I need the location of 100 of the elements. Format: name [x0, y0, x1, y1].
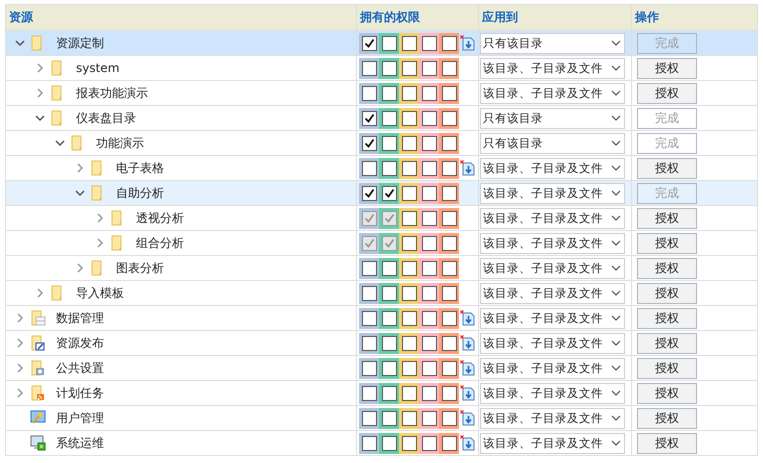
permission-checkbox[interactable] [382, 386, 396, 400]
file-download-icon[interactable] [460, 160, 475, 176]
permission-checkbox[interactable] [422, 36, 436, 50]
permission-checkbox[interactable] [402, 336, 416, 350]
permission-checkbox[interactable] [442, 136, 456, 150]
permission-checkbox[interactable] [442, 160, 456, 176]
resource-name[interactable]: 组合分析 [136, 234, 184, 252]
permission-checkbox[interactable] [422, 286, 436, 300]
apply-to-dropdown[interactable]: 只有该目录 [480, 32, 625, 54]
grant-button[interactable]: 授权 [637, 258, 697, 278]
permission-checkbox[interactable] [402, 186, 416, 200]
permission-checkbox[interactable] [402, 60, 416, 76]
resource-name[interactable]: 透视分析 [136, 210, 184, 226]
permission-checkbox[interactable] [362, 60, 376, 76]
permission-checkbox[interactable] [402, 110, 416, 126]
permission-checkbox[interactable] [382, 60, 396, 76]
grant-button[interactable]: 授权 [637, 332, 697, 354]
permission-checkbox[interactable] [442, 36, 456, 50]
permission-checkbox[interactable] [422, 86, 436, 100]
permission-checkbox[interactable] [362, 136, 376, 150]
permission-checkbox[interactable] [442, 360, 456, 376]
permission-checkbox[interactable] [362, 336, 376, 350]
permission-checkbox[interactable] [382, 336, 396, 350]
permission-checkbox[interactable] [442, 186, 456, 200]
permission-checkbox[interactable] [422, 186, 436, 200]
permission-checkbox[interactable] [402, 210, 416, 226]
permission-checkbox[interactable] [382, 160, 396, 176]
permission-checkbox[interactable] [422, 260, 436, 276]
permission-checkbox[interactable] [402, 86, 416, 100]
permission-checkbox[interactable] [382, 286, 396, 300]
apply-to-dropdown[interactable]: 该目录、子目录及文件 [480, 308, 625, 328]
permission-checkbox[interactable] [402, 236, 416, 250]
grant-button[interactable]: 授权 [637, 408, 697, 428]
grant-button[interactable]: 授权 [637, 82, 697, 104]
permission-checkbox[interactable] [362, 410, 376, 426]
permission-checkbox[interactable] [422, 410, 436, 426]
permission-checkbox[interactable] [402, 310, 416, 326]
permission-checkbox[interactable] [362, 260, 376, 276]
permission-checkbox[interactable] [382, 36, 396, 50]
permission-checkbox[interactable] [422, 110, 436, 126]
resource-name[interactable]: 计划任务 [56, 384, 104, 402]
permission-checkbox[interactable] [422, 236, 436, 250]
permission-checkbox[interactable] [442, 286, 456, 300]
grant-button[interactable]: 授权 [637, 432, 697, 454]
permission-checkbox[interactable] [422, 160, 436, 176]
resource-name[interactable]: 资源发布 [56, 334, 104, 352]
permission-checkbox[interactable] [442, 86, 456, 100]
permission-checkbox[interactable] [382, 260, 396, 276]
permission-checkbox[interactable] [422, 386, 436, 400]
permission-checkbox[interactable] [382, 110, 396, 126]
permission-checkbox[interactable] [362, 436, 376, 450]
permission-checkbox[interactable] [362, 86, 376, 100]
permission-checkbox[interactable] [382, 310, 396, 326]
permission-checkbox[interactable] [422, 310, 436, 326]
permission-checkbox[interactable] [442, 110, 456, 126]
permission-checkbox[interactable] [382, 436, 396, 450]
permission-checkbox[interactable] [402, 160, 416, 176]
permission-checkbox[interactable] [362, 386, 376, 400]
grant-button[interactable]: 授权 [637, 358, 697, 378]
resource-name[interactable]: 用户管理 [56, 410, 104, 426]
permission-checkbox[interactable] [382, 136, 396, 150]
permission-checkbox[interactable] [442, 60, 456, 76]
grant-button[interactable]: 授权 [637, 158, 697, 178]
permission-checkbox[interactable] [402, 386, 416, 400]
permission-checkbox[interactable] [402, 260, 416, 276]
permission-checkbox[interactable] [422, 360, 436, 376]
apply-to-dropdown[interactable]: 只有该目录 [480, 108, 625, 128]
apply-to-dropdown[interactable]: 只有该目录 [480, 132, 625, 154]
permission-checkbox[interactable] [442, 260, 456, 276]
apply-to-dropdown[interactable]: 该目录、子目录及文件 [480, 208, 625, 228]
apply-to-dropdown[interactable]: 该目录、子目录及文件 [480, 82, 625, 104]
permission-checkbox[interactable] [382, 360, 396, 376]
apply-to-dropdown[interactable]: 该目录、子目录及文件 [480, 182, 625, 204]
permission-checkbox[interactable] [442, 386, 456, 400]
resource-name[interactable]: 仪表盘目录 [76, 110, 136, 126]
permission-checkbox[interactable] [442, 410, 456, 426]
resource-name[interactable]: 自助分析 [116, 184, 164, 202]
resource-name[interactable]: 功能演示 [96, 134, 144, 152]
permission-checkbox[interactable] [442, 210, 456, 226]
permission-checkbox[interactable] [422, 60, 436, 76]
resource-name[interactable]: 资源定制 [56, 34, 104, 52]
permission-checkbox[interactable] [362, 186, 376, 200]
apply-to-dropdown[interactable]: 该目录、子目录及文件 [480, 332, 625, 354]
file-download-icon[interactable] [460, 360, 475, 376]
grant-button[interactable]: 授权 [637, 232, 697, 254]
apply-to-dropdown[interactable]: 该目录、子目录及文件 [480, 408, 625, 428]
resource-name[interactable]: 公共设置 [56, 360, 104, 376]
file-download-icon[interactable] [460, 410, 475, 426]
permission-checkbox[interactable] [362, 286, 376, 300]
permission-checkbox[interactable] [402, 436, 416, 450]
resource-name[interactable]: 导入模板 [76, 284, 124, 302]
file-download-icon[interactable] [460, 35, 475, 51]
apply-to-dropdown[interactable]: 该目录、子目录及文件 [480, 432, 625, 454]
resource-name[interactable]: system [76, 61, 120, 75]
resource-name[interactable]: 电子表格 [116, 160, 164, 176]
permission-checkbox[interactable] [402, 360, 416, 376]
permission-checkbox[interactable] [362, 36, 376, 50]
resource-name[interactable]: 报表功能演示 [76, 84, 148, 102]
apply-to-dropdown[interactable]: 该目录、子目录及文件 [480, 382, 625, 404]
apply-to-dropdown[interactable]: 该目录、子目录及文件 [480, 58, 625, 78]
